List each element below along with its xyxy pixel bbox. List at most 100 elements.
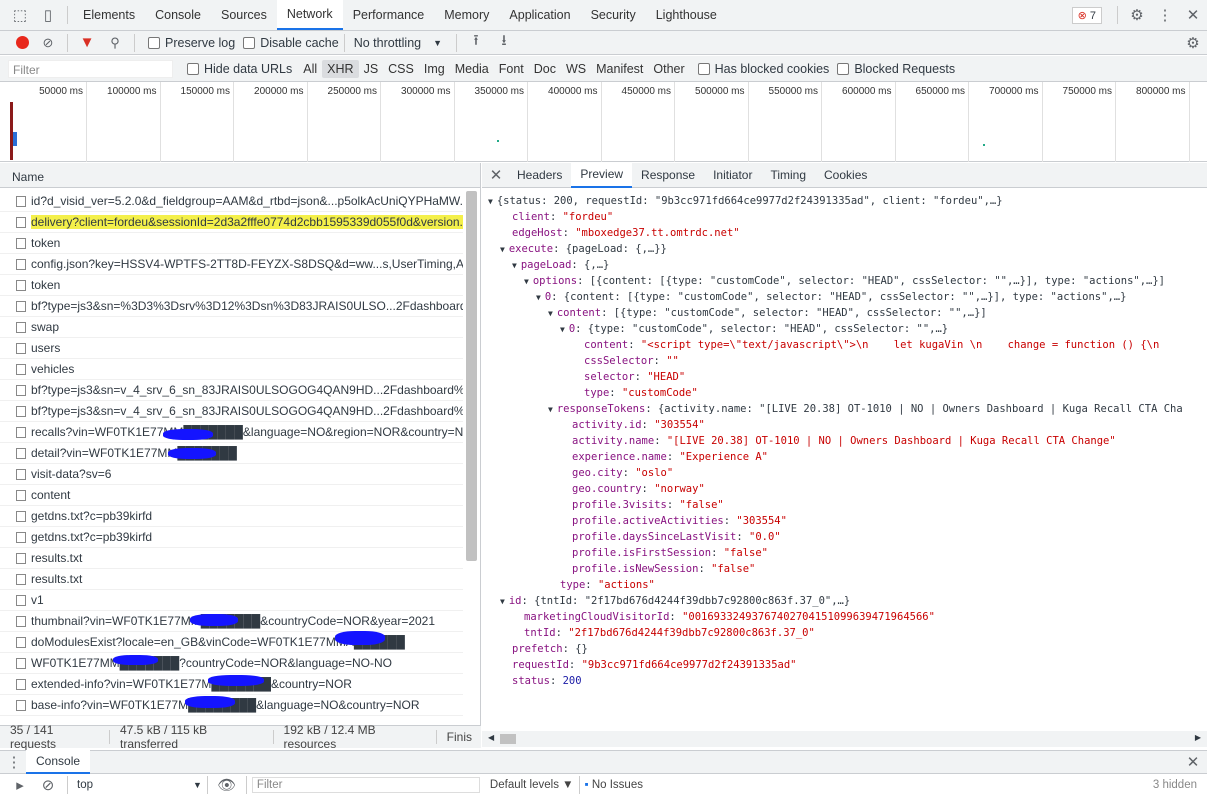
hide-data-urls-checkbox[interactable] — [187, 62, 199, 75]
expand-triangle-icon[interactable]: ▼ — [536, 293, 541, 302]
expand-triangle-icon[interactable]: ▼ — [560, 325, 565, 334]
filter-funnel-icon[interactable]: ▼ — [73, 28, 101, 58]
json-line[interactable]: ▼ options: [{content: [{type: "customCode… — [488, 273, 1207, 289]
close-devtools-icon[interactable]: ✕ — [1179, 0, 1207, 30]
request-row[interactable]: users — [0, 338, 463, 359]
scroll-left-icon[interactable]: ◀ — [488, 733, 494, 742]
drawer-menu-icon[interactable]: ⋮ — [2, 750, 26, 774]
error-badge[interactable]: ⊗ 7 — [1071, 6, 1102, 24]
json-line[interactable]: ▼ pageLoad: {,…} — [488, 257, 1207, 273]
request-row[interactable]: detail?vin=WF0TK1E77MM███████ — [0, 443, 463, 464]
request-row[interactable]: v1 — [0, 590, 463, 611]
type-all[interactable]: All — [298, 60, 322, 78]
disable-cache-checkbox[interactable] — [243, 36, 256, 49]
type-media[interactable]: Media — [450, 60, 494, 78]
search-icon[interactable]: ⚲ — [101, 28, 129, 58]
export-har-icon[interactable]: ⭳ — [490, 28, 518, 58]
request-row[interactable]: recalls?vin=WF0TK1E77MM███████&language=… — [0, 422, 463, 443]
tab-timing[interactable]: Timing — [761, 163, 815, 188]
tab-performance[interactable]: Performance — [343, 0, 435, 30]
request-list-scrollbar[interactable] — [466, 191, 477, 561]
device-toolbar-icon[interactable]: ▯ — [34, 0, 62, 30]
close-drawer-icon[interactable]: ✕ — [1179, 750, 1207, 774]
type-font[interactable]: Font — [494, 60, 529, 78]
json-line[interactable]: ▼ 0: {type: "customCode", selector: "HEAD… — [488, 321, 1207, 337]
blocked-cookies-checkbox[interactable] — [697, 62, 710, 75]
clear-icon[interactable]: ⊘ — [34, 28, 62, 58]
tab-preview[interactable]: Preview — [571, 163, 633, 188]
context-select[interactable]: top — [73, 779, 193, 791]
type-manifest[interactable]: Manifest — [591, 60, 648, 78]
close-detail-icon[interactable]: ✕ — [484, 163, 508, 187]
type-ws[interactable]: WS — [561, 60, 591, 78]
tab-headers[interactable]: Headers — [508, 163, 571, 188]
json-line[interactable]: ▼ content: [{type: "customCode", selector… — [488, 305, 1207, 321]
type-css[interactable]: CSS — [383, 60, 419, 78]
settings-gear-icon[interactable]: ⚙ — [1123, 0, 1151, 30]
json-line[interactable]: ▼ {status: 200, requestId: "9b3cc971fd664… — [488, 193, 1207, 209]
name-column-header[interactable]: Name — [0, 163, 480, 188]
request-row[interactable]: getdns.txt?c=pb39kirfd — [0, 527, 463, 548]
tab-security[interactable]: Security — [581, 0, 646, 30]
type-img[interactable]: Img — [419, 60, 450, 78]
import-har-icon[interactable]: ⭱ — [462, 28, 490, 58]
request-row[interactable]: vehicles — [0, 359, 463, 380]
timeline-overview[interactable]: 50000 ms 100000 ms 150000 ms 200000 ms 25000… — [0, 82, 1207, 162]
type-other[interactable]: Other — [648, 60, 689, 78]
more-options-icon[interactable]: ⋮ — [1151, 0, 1179, 30]
throttling-select[interactable]: No throttling — [354, 36, 421, 50]
tab-application[interactable]: Application — [499, 0, 580, 30]
console-sidebar-icon[interactable]: ▸ — [6, 775, 34, 794]
tab-elements[interactable]: Elements — [73, 0, 145, 30]
tab-sources[interactable]: Sources — [211, 0, 277, 30]
expand-triangle-icon[interactable]: ▼ — [548, 309, 553, 318]
json-line[interactable]: ▼ responseTokens: {activity.name: "[LIVE … — [488, 401, 1207, 417]
request-row[interactable]: delivery?client=fordeu&sessionId=2d3a2ff… — [0, 212, 463, 233]
inspect-element-icon[interactable]: ⬚ — [6, 0, 34, 30]
expand-triangle-icon[interactable]: ▼ — [500, 597, 505, 606]
tab-console[interactable]: Console — [145, 0, 211, 30]
expand-triangle-icon[interactable]: ▼ — [512, 261, 517, 270]
request-row[interactable]: bf?type=js3&sn=%3D3%3Dsrv%3D12%3Dsn%3D83… — [0, 296, 463, 317]
preview-horizontal-scrollbar[interactable]: ◀ ▶ — [482, 731, 1207, 747]
request-row[interactable]: results.txt — [0, 548, 463, 569]
type-xhr[interactable]: XHR — [322, 59, 359, 78]
issues-button[interactable]: ▪ No Issues — [585, 779, 643, 791]
clear-console-icon[interactable]: ⊘ — [34, 775, 62, 794]
tab-response[interactable]: Response — [632, 163, 704, 188]
blocked-requests-checkbox[interactable] — [837, 62, 850, 75]
scroll-thumb[interactable] — [500, 734, 516, 744]
live-expression-eye-icon[interactable]: 👁 — [213, 775, 241, 794]
tab-cookies[interactable]: Cookies — [815, 163, 876, 188]
filter-input[interactable]: Filter — [8, 59, 173, 78]
log-levels-select[interactable]: Default levels ▼ — [490, 779, 574, 791]
request-row[interactable]: bf?type=js3&sn=v_4_srv_6_sn_83JRAIS0ULSO… — [0, 401, 463, 422]
network-settings-gear-icon[interactable]: ⚙ — [1179, 28, 1207, 58]
json-line[interactable]: ▼ 0: {content: [{type: "customCode", sele… — [488, 289, 1207, 305]
scroll-right-icon[interactable]: ▶ — [1195, 733, 1201, 742]
expand-triangle-icon[interactable]: ▼ — [488, 197, 493, 206]
request-row[interactable]: config.json?key=HSSV4-WPTFS-2TT8D-FEYZX-… — [0, 254, 463, 275]
expand-triangle-icon[interactable]: ▼ — [524, 277, 529, 286]
request-row[interactable]: doModulesExist?locale=en_GB&vinCode=WF0T… — [0, 632, 463, 653]
request-row[interactable]: visit-data?sv=6 — [0, 464, 463, 485]
json-line[interactable]: ▼ id: {tntId: "2f17bd676d4244f39dbb7c9280… — [488, 593, 1207, 609]
request-row[interactable]: results.txt — [0, 569, 463, 590]
request-row[interactable]: WF0TK1E77MM███████?countryCode=NOR&langu… — [0, 653, 463, 674]
request-row[interactable]: token — [0, 233, 463, 254]
request-row[interactable]: id?d_visid_ver=5.2.0&d_fieldgroup=AAM&d_… — [0, 191, 463, 212]
tab-lighthouse[interactable]: Lighthouse — [646, 0, 727, 30]
record-icon[interactable] — [16, 36, 29, 49]
type-doc[interactable]: Doc — [529, 60, 561, 78]
request-row[interactable]: bf?type=js3&sn=v_4_srv_6_sn_83JRAIS0ULSO… — [0, 380, 463, 401]
tab-initiator[interactable]: Initiator — [704, 163, 761, 188]
expand-triangle-icon[interactable]: ▼ — [548, 405, 553, 414]
expand-triangle-icon[interactable]: ▼ — [500, 245, 505, 254]
request-row[interactable]: token — [0, 275, 463, 296]
request-row[interactable]: swap — [0, 317, 463, 338]
request-row[interactable]: content — [0, 485, 463, 506]
drawer-tab-console[interactable]: Console — [26, 750, 91, 774]
request-row[interactable]: getdns.txt?c=pb39kirfd — [0, 506, 463, 527]
type-js[interactable]: JS — [359, 60, 384, 78]
console-filter-input[interactable]: Filter — [251, 776, 480, 793]
